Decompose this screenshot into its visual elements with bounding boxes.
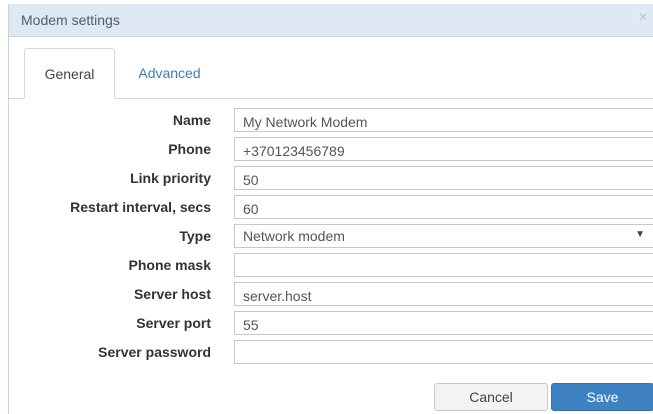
link-priority-label: Link priority bbox=[130, 170, 211, 186]
chevron-down-icon: ▼ bbox=[635, 229, 645, 240]
link-priority-input[interactable] bbox=[234, 166, 653, 190]
server-password-label: Server password bbox=[98, 344, 211, 360]
save-button[interactable]: Save bbox=[551, 383, 653, 411]
name-row: Name bbox=[9, 108, 653, 132]
server-port-input[interactable] bbox=[234, 311, 653, 335]
type-row: Type Network modem ▼ bbox=[9, 224, 653, 248]
close-icon[interactable]: × bbox=[635, 10, 651, 26]
phone-label: Phone bbox=[168, 141, 211, 157]
server-port-label: Server port bbox=[136, 315, 211, 331]
phone-input[interactable] bbox=[234, 137, 653, 161]
server-password-input[interactable] bbox=[234, 340, 653, 364]
restart-interval-row: Restart interval, secs bbox=[9, 195, 653, 219]
type-select-value: Network modem bbox=[243, 228, 345, 244]
server-host-label: Server host bbox=[133, 286, 211, 302]
phone-mask-label: Phone mask bbox=[128, 257, 211, 273]
server-port-row: Server port bbox=[9, 311, 653, 335]
server-host-row: Server host bbox=[9, 282, 653, 306]
server-password-row: Server password bbox=[9, 340, 653, 364]
type-select[interactable]: Network modem ▼ bbox=[234, 224, 653, 248]
name-label: Name bbox=[172, 112, 211, 128]
modem-settings-dialog: Modem settings × General Advanced Name P… bbox=[8, 4, 653, 414]
dialog-title: Modem settings bbox=[21, 12, 120, 28]
tab-bar: General Advanced bbox=[9, 48, 653, 99]
server-host-input[interactable] bbox=[234, 282, 653, 306]
restart-interval-label: Restart interval, secs bbox=[70, 199, 211, 215]
tab-general[interactable]: General bbox=[24, 48, 115, 99]
name-input[interactable] bbox=[234, 108, 653, 132]
cancel-button[interactable]: Cancel bbox=[434, 383, 548, 411]
tab-advanced[interactable]: Advanced bbox=[116, 48, 223, 98]
link-priority-row: Link priority bbox=[9, 166, 653, 190]
type-label: Type bbox=[179, 228, 211, 244]
phone-mask-input[interactable] bbox=[234, 253, 653, 277]
phone-row: Phone bbox=[9, 137, 653, 161]
title-bar: Modem settings × bbox=[9, 4, 653, 37]
restart-interval-input[interactable] bbox=[234, 195, 653, 219]
phone-mask-row: Phone mask bbox=[9, 253, 653, 277]
